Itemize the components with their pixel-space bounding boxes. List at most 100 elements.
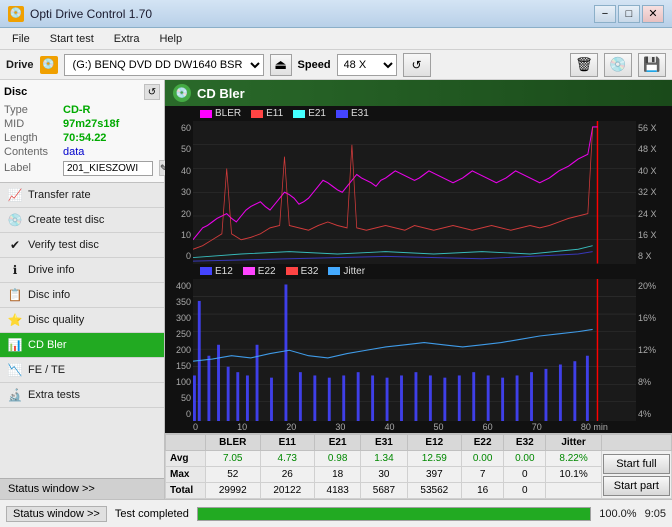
max-e31: 30 <box>361 467 407 483</box>
avg-jitter: 8.22% <box>546 451 601 467</box>
y-label-30: 30 <box>181 187 191 197</box>
bottom-chart-canvas <box>193 279 636 422</box>
drive-icon: 💿 <box>40 56 58 74</box>
label-label: Label <box>4 162 59 174</box>
bler-color <box>200 110 212 118</box>
max-e21: 18 <box>315 467 361 483</box>
e12-label: E12 <box>215 266 233 277</box>
drive-select[interactable]: (G:) BENQ DVD DD DW1640 BSRB <box>64 54 264 76</box>
label-input[interactable] <box>63 161 153 176</box>
sidebar-item-extra-tests[interactable]: 🔬 Extra tests <box>0 383 164 408</box>
x-label-40: 40 <box>384 422 394 432</box>
extra-tests-icon: 🔬 <box>8 388 22 402</box>
y-label-60: 60 <box>181 123 191 133</box>
e31-color <box>336 110 348 118</box>
sidebar-item-disc-quality[interactable]: ⭐ Disc quality <box>0 308 164 333</box>
sidebar-item-create-test-disc[interactable]: 💿 Create test disc <box>0 208 164 233</box>
content-area: 💿 CD Bler BLER E11 E21 E31 <box>165 80 672 499</box>
total-e31: 5687 <box>361 483 407 499</box>
start-full-button[interactable]: Start full <box>603 454 670 474</box>
col-header-e12: E12 <box>407 435 462 451</box>
minimize-button[interactable]: − <box>594 5 616 23</box>
legend-e21: E21 <box>293 108 326 119</box>
status-window-button[interactable]: Status window >> <box>0 478 164 499</box>
length-value: 70:54.22 <box>63 132 106 144</box>
byr-4: 4% <box>638 409 651 419</box>
y-label-40: 40 <box>181 166 191 176</box>
row-label-max: Max <box>166 467 206 483</box>
e11-label: E11 <box>266 108 283 119</box>
legend-e32: E32 <box>286 266 319 277</box>
total-e21: 4183 <box>315 483 361 499</box>
y-label-20: 20 <box>181 209 191 219</box>
sidebar-item-verify-test-disc[interactable]: ✔ Verify test disc <box>0 233 164 258</box>
menu-help[interactable]: Help <box>151 31 190 47</box>
progress-bar <box>197 507 591 521</box>
e22-label: E22 <box>258 266 276 277</box>
disc-quality-icon: ⭐ <box>8 313 22 327</box>
e12-color <box>200 267 212 275</box>
byr-12: 12% <box>638 345 656 355</box>
speed-select[interactable]: 48 X <box>337 54 397 76</box>
progress-text: 100.0% <box>599 508 636 520</box>
y-label-0: 0 <box>186 251 191 261</box>
sidebar-item-fe-te[interactable]: 📉 FE / TE <box>0 358 164 383</box>
x-label-60: 60 <box>483 422 493 432</box>
total-e11: 20122 <box>260 483 315 499</box>
max-e22: 7 <box>462 467 504 483</box>
status-text: Test completed <box>115 508 189 520</box>
bottom-legend: E12 E22 E32 Jitter <box>165 264 672 279</box>
sidebar-item-label-cd-bler: CD Bler <box>28 339 67 351</box>
sidebar-item-label-extra-tests: Extra tests <box>28 389 80 401</box>
legend-bler: BLER <box>200 108 241 119</box>
disc-refresh-button[interactable]: ↺ <box>144 84 160 100</box>
col-header-btn <box>601 435 671 451</box>
total-e12: 53562 <box>407 483 462 499</box>
start-part-button[interactable]: Start part <box>603 476 670 496</box>
max-e32: 0 <box>504 467 546 483</box>
eject-button[interactable]: ⏏ <box>270 54 292 76</box>
titlebar-left: 💿 Opti Drive Control 1.70 <box>8 6 152 22</box>
chart-title: CD Bler <box>197 86 245 101</box>
x-label-10: 10 <box>237 422 247 432</box>
save-button[interactable]: 💾 <box>638 53 666 77</box>
yr-16x: 16 X <box>638 230 657 240</box>
x-label-70: 70 <box>532 422 542 432</box>
mid-value: 97m27s18f <box>63 118 119 130</box>
refresh-button[interactable]: ↺ <box>403 53 431 77</box>
sidebar-item-cd-bler[interactable]: 📊 CD Bler <box>0 333 164 358</box>
avg-bler: 7.05 <box>206 451 261 467</box>
by-400: 400 <box>176 281 191 291</box>
by-300: 300 <box>176 313 191 323</box>
sidebar-item-disc-info[interactable]: 📋 Disc info <box>0 283 164 308</box>
by-350: 350 <box>176 297 191 307</box>
eraser-button[interactable]: 🗑 <box>570 53 598 77</box>
maximize-button[interactable]: □ <box>618 5 640 23</box>
menu-start-test[interactable]: Start test <box>42 31 102 47</box>
menu-file[interactable]: File <box>4 31 38 47</box>
x-label-50: 50 <box>434 422 444 432</box>
sidebar-item-transfer-rate[interactable]: 📈 Transfer rate <box>0 183 164 208</box>
bottom-chart-wrapper: 400 350 300 250 200 150 100 50 0 <box>165 279 672 422</box>
total-e22: 16 <box>462 483 504 499</box>
close-button[interactable]: ✕ <box>642 5 664 23</box>
create-test-disc-icon: 💿 <box>8 213 22 227</box>
by-50: 50 <box>181 393 191 403</box>
app-title: Opti Drive Control 1.70 <box>30 7 152 21</box>
col-header-empty <box>166 435 206 451</box>
yr-56x: 56 X <box>638 123 657 133</box>
e32-color <box>286 267 298 275</box>
sidebar-item-label-disc-quality: Disc quality <box>28 314 84 326</box>
legend-e11: E11 <box>251 108 283 119</box>
chart-cd-icon: 💿 <box>173 84 191 102</box>
jitter-label: Jitter <box>343 266 365 277</box>
total-bler: 29992 <box>206 483 261 499</box>
time-text: 9:05 <box>645 508 666 520</box>
menu-extra[interactable]: Extra <box>106 31 148 47</box>
sidebar-item-drive-info[interactable]: ℹ Drive info <box>0 258 164 283</box>
byr-20: 20% <box>638 281 656 291</box>
cd-eject-button[interactable]: 💿 <box>604 53 632 77</box>
e31-label: E31 <box>351 108 369 119</box>
status-window-button[interactable]: Status window >> <box>6 506 107 522</box>
sidebar-item-label-create-test-disc: Create test disc <box>28 214 104 226</box>
